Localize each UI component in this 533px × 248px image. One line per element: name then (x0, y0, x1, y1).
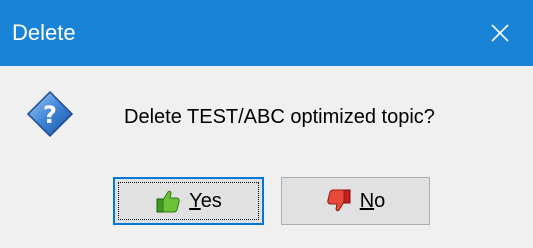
delete-dialog: Delete ? Delete TEST/ABC optimized topic… (0, 0, 533, 248)
yes-button[interactable]: Yes (113, 177, 264, 225)
svg-text:?: ? (43, 101, 57, 129)
yes-label: Yes (189, 190, 222, 213)
question-icon: ? (26, 90, 74, 138)
confirm-message: Delete TEST/ABC optimized topic? (124, 106, 435, 128)
no-label: No (360, 190, 386, 213)
title-bar[interactable]: Delete (0, 0, 533, 66)
window-title: Delete (12, 20, 76, 45)
no-mnemonic: N (359, 189, 375, 212)
close-button[interactable] (467, 0, 533, 66)
yes-label-rest: es (200, 189, 222, 212)
yes-mnemonic: Y (189, 189, 201, 212)
thumbs-up-icon (155, 188, 189, 214)
thumbs-down-icon (326, 188, 360, 214)
close-icon (490, 23, 510, 43)
no-button[interactable]: No (281, 177, 430, 225)
no-label-rest: o (374, 189, 386, 212)
dialog-body: ? Delete TEST/ABC optimized topic? Yes N… (0, 66, 533, 248)
